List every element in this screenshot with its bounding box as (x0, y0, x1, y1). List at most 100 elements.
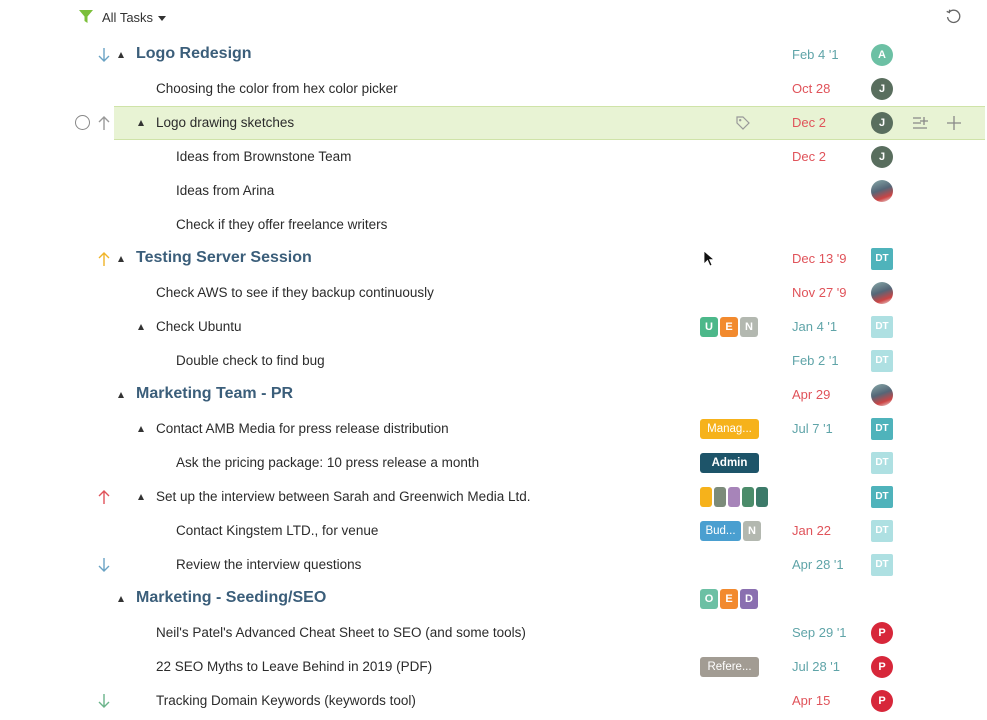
avatar[interactable]: J (871, 78, 893, 100)
task-title[interactable]: Review the interview questions (176, 557, 361, 572)
task-row[interactable]: Check AWS to see if they backup continuo… (0, 276, 987, 310)
tag-chip[interactable]: N (740, 317, 758, 337)
collapse-toggle[interactable] (138, 120, 144, 126)
refresh-icon[interactable] (945, 8, 962, 25)
tag-chip[interactable]: Admin (700, 453, 759, 473)
tag-chip[interactable]: D (740, 589, 758, 609)
task-row[interactable]: Choosing the color from hex color picker… (0, 72, 987, 106)
due-date[interactable]: Feb 2 '1 (792, 353, 839, 368)
avatar[interactable]: P (871, 656, 893, 678)
task-title[interactable]: Ask the pricing package: 10 press releas… (176, 455, 479, 470)
task-title[interactable]: Contact Kingstem LTD., for venue (176, 523, 378, 538)
task-row[interactable]: 22 SEO Myths to Leave Behind in 2019 (PD… (0, 650, 987, 684)
due-date[interactable]: Dec 2 (792, 149, 826, 164)
avatar[interactable]: DT (871, 452, 893, 474)
avatar[interactable]: J (871, 112, 893, 134)
task-row[interactable]: Logo Redesign Feb 4 '1 A (0, 38, 987, 72)
task-title[interactable]: Ideas from Brownstone Team (176, 149, 351, 164)
task-row[interactable]: Set up the interview between Sarah and G… (0, 480, 987, 514)
filter-label[interactable]: All Tasks (102, 10, 153, 25)
avatar[interactable]: A (871, 44, 893, 66)
group-title[interactable]: Testing Server Session (136, 249, 312, 267)
tag-icon[interactable] (736, 116, 750, 130)
group-title[interactable]: Marketing - Seeding/SEO (136, 589, 326, 607)
group-title[interactable]: Marketing Team - PR (136, 385, 293, 403)
tag-chip[interactable] (714, 487, 726, 507)
task-row[interactable]: Check Ubuntu U E N Jan 4 '1 DT (0, 310, 987, 344)
collapse-toggle[interactable] (118, 596, 124, 602)
tag-chip[interactable] (728, 487, 740, 507)
due-date[interactable]: Feb 4 '1 (792, 47, 839, 62)
task-title[interactable]: Ideas from Arina (176, 183, 274, 198)
tag-chip[interactable]: Manag... (700, 419, 759, 439)
avatar[interactable]: DT (871, 520, 893, 542)
task-row[interactable]: Tracking Domain Keywords (keywords tool)… (0, 684, 987, 718)
task-title[interactable]: Double check to find bug (176, 353, 325, 368)
task-title[interactable]: Neil's Patel's Advanced Cheat Sheet to S… (156, 625, 526, 640)
avatar[interactable]: DT (871, 486, 893, 508)
task-title[interactable]: Logo drawing sketches (156, 115, 294, 130)
tag-chip[interactable]: Bud... (700, 521, 741, 541)
tag-chip[interactable]: E (720, 317, 738, 337)
chevron-down-icon[interactable] (158, 16, 166, 21)
due-date[interactable]: Jan 22 (792, 523, 831, 538)
task-row[interactable]: Double check to find bug Feb 2 '1 DT (0, 344, 987, 378)
collapse-toggle[interactable] (118, 256, 124, 262)
funnel-icon[interactable] (79, 10, 93, 24)
tag-chip[interactable]: N (743, 521, 761, 541)
avatar-photo[interactable] (871, 282, 893, 304)
due-date[interactable]: Dec 13 '9 (792, 251, 847, 266)
complete-checkbox[interactable] (75, 115, 90, 130)
collapse-toggle[interactable] (138, 494, 144, 500)
tag-chip[interactable]: Refere... (700, 657, 759, 677)
task-row[interactable]: Review the interview questions Apr 28 '1… (0, 548, 987, 582)
task-title[interactable]: Contact AMB Media for press release dist… (156, 421, 449, 436)
avatar[interactable]: DT (871, 316, 893, 338)
task-row-selected[interactable]: Logo drawing sketches Dec 2 J (0, 106, 987, 140)
task-row[interactable]: Neil's Patel's Advanced Cheat Sheet to S… (0, 616, 987, 650)
due-date[interactable]: Nov 27 '9 (792, 285, 847, 300)
due-date[interactable]: Oct 28 (792, 81, 830, 96)
avatar-photo[interactable] (871, 384, 893, 406)
avatar[interactable]: DT (871, 554, 893, 576)
task-row[interactable]: Marketing - Seeding/SEO O E D (0, 582, 987, 616)
task-row[interactable]: Ideas from Arina (0, 174, 987, 208)
due-date[interactable]: Apr 29 (792, 387, 830, 402)
avatar-photo[interactable] (871, 180, 893, 202)
collapse-toggle[interactable] (138, 426, 144, 432)
task-title[interactable]: Set up the interview between Sarah and G… (156, 489, 530, 504)
due-date[interactable]: Jul 7 '1 (792, 421, 833, 436)
task-row[interactable]: Ask the pricing package: 10 press releas… (0, 446, 987, 480)
tag-chip[interactable]: O (700, 589, 718, 609)
plus-icon[interactable] (946, 115, 962, 131)
task-row[interactable]: Ideas from Brownstone Team Dec 2 J (0, 140, 987, 174)
task-title[interactable]: Check Ubuntu (156, 319, 242, 334)
due-date[interactable]: Sep 29 '1 (792, 625, 847, 640)
collapse-toggle[interactable] (138, 324, 144, 330)
collapse-toggle[interactable] (118, 52, 124, 58)
avatar[interactable]: DT (871, 418, 893, 440)
tag-chip[interactable] (742, 487, 754, 507)
tag-chip[interactable]: U (700, 317, 718, 337)
arrow-up-icon[interactable] (97, 115, 111, 131)
avatar[interactable]: DT (871, 350, 893, 372)
group-title[interactable]: Logo Redesign (136, 45, 252, 63)
due-date[interactable]: Jan 4 '1 (792, 319, 837, 334)
task-title[interactable]: Choosing the color from hex color picker (156, 81, 398, 96)
due-date[interactable]: Apr 15 (792, 693, 830, 708)
task-title[interactable]: Tracking Domain Keywords (keywords tool) (156, 693, 416, 708)
collapse-toggle[interactable] (118, 392, 124, 398)
tag-chip[interactable]: E (720, 589, 738, 609)
task-title[interactable]: Check AWS to see if they backup continuo… (156, 285, 434, 300)
task-title[interactable]: Check if they offer freelance writers (176, 217, 387, 232)
tag-chip[interactable] (700, 487, 712, 507)
due-date[interactable]: Jul 28 '1 (792, 659, 840, 674)
task-row[interactable]: Contact AMB Media for press release dist… (0, 412, 987, 446)
avatar[interactable]: P (871, 690, 893, 712)
tag-chip[interactable] (756, 487, 768, 507)
due-date[interactable]: Apr 28 '1 (792, 557, 844, 572)
task-row[interactable]: Testing Server Session Dec 13 '9 DT (0, 242, 987, 276)
task-row[interactable]: Check if they offer freelance writers (0, 208, 987, 242)
avatar[interactable]: P (871, 622, 893, 644)
task-title[interactable]: 22 SEO Myths to Leave Behind in 2019 (PD… (156, 659, 432, 674)
